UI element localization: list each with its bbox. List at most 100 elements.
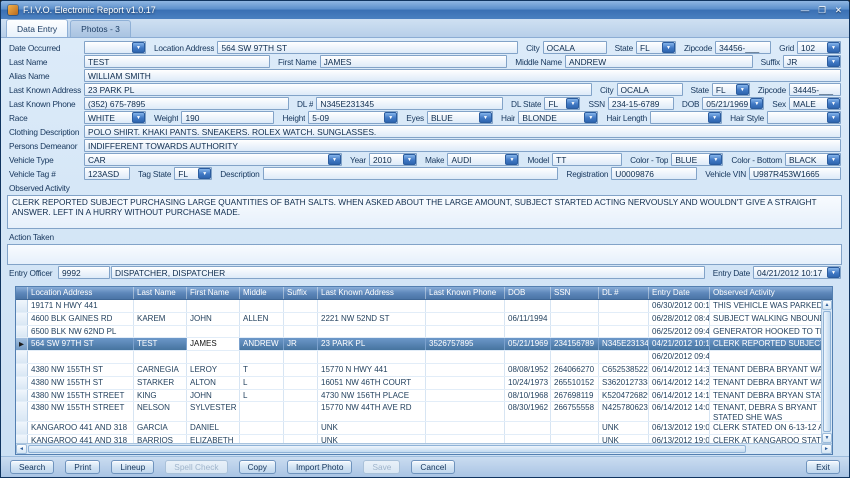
dropdown-arrow-icon[interactable]: ▼ [827,98,840,109]
table-row-4[interactable]: ▶564 SW 97TH STTESTJAMESANDREWJR23 PARK … [16,338,821,351]
cell-suffix[interactable] [284,326,318,338]
cell-suffix[interactable] [284,402,318,421]
table-row-6[interactable]: 4380 NW 155TH STCARNEGIALEROYT15770 N HW… [16,364,821,377]
last-known-address-input[interactable] [84,83,592,96]
dropdown-arrow-icon[interactable]: ▼ [827,112,840,123]
cell-ssn[interactable]: 266755558 [551,402,599,421]
cell-last-name[interactable]: STARKER [134,377,187,389]
cell-last-known-address[interactable]: 2221 NW 52ND ST [318,313,426,325]
column-header-middle[interactable]: Middle [240,287,284,299]
zipcode-input[interactable] [715,41,771,54]
cell-last-name[interactable]: TEST [134,338,187,350]
cell-last-name[interactable] [134,300,187,312]
cell-dob[interactable]: 08/08/1952 [505,364,551,376]
vertical-scrollbar[interactable]: ▲ ▼ [821,300,832,443]
table-row-8[interactable]: 4380 NW 155TH STREETKINGJOHNL4730 NW 156… [16,390,821,403]
title-bar[interactable]: F.I.V.O. Electronic Report v1.0.17 — ❐ ✕ [1,1,849,19]
cell-first-name[interactable]: JOHN [187,313,240,325]
cell-ssn[interactable]: 234156789 [551,338,599,350]
column-header-location-address[interactable]: Location Address [28,287,134,299]
cell-dl[interactable] [599,313,649,325]
close-button[interactable]: ✕ [835,6,842,15]
observed-activity-textarea[interactable] [7,195,842,229]
dropdown-arrow-icon[interactable]: ▼ [132,42,145,53]
height-combo[interactable]: 5-09▼ [308,111,398,124]
cell-location-address[interactable]: 6500 BLK NW 62ND PL [28,326,134,338]
dropdown-arrow-icon[interactable]: ▼ [827,154,840,165]
cell-middle[interactable] [240,300,284,312]
horizontal-scroll-thumb[interactable] [28,445,746,453]
last-known-city-input[interactable] [617,83,683,96]
dropdown-arrow-icon[interactable]: ▼ [584,112,597,123]
scroll-left-icon[interactable]: ◄ [16,444,27,454]
cell-location-address[interactable]: KANGAROO 441 AND 318 [28,435,134,443]
dropdown-arrow-icon[interactable]: ▼ [709,154,722,165]
cell-last-known-phone[interactable] [426,313,505,325]
cell-location-address[interactable]: 564 SW 97TH ST [28,338,134,350]
cell-dob[interactable] [505,351,551,363]
cell-suffix[interactable] [284,390,318,402]
vehicle-tag-input[interactable] [84,167,130,180]
state-combo[interactable]: FL▼ [636,41,676,54]
dropdown-arrow-icon[interactable]: ▼ [827,42,840,53]
row-selector[interactable] [16,390,28,402]
cell-last-known-phone[interactable] [426,402,505,421]
cell-entry-date[interactable]: 06/25/2012 09:48 [649,326,710,338]
dropdown-arrow-icon[interactable]: ▼ [827,267,840,278]
cell-last-name[interactable]: KING [134,390,187,402]
dropdown-arrow-icon[interactable]: ▼ [708,112,721,123]
column-header-last-known-address[interactable]: Last Known Address [318,287,426,299]
table-row-9[interactable]: 4380 NW 155TH STREETNELSONSYLVESTER15770… [16,402,821,422]
search-button[interactable]: Search [10,460,54,474]
scroll-right-icon[interactable]: ► [821,444,832,454]
print-button[interactable]: Print [65,460,100,474]
table-row-10[interactable]: KANGAROO 441 AND 318GARCIADANIELUNKUNK06… [16,422,821,435]
entry-date-date-picker[interactable]: 04/21/2012 10:17▼ [753,266,841,279]
cell-observed-activity[interactable]: TENANT DEBRA BRYAN STATED SHE IS UNAB [710,390,821,402]
dropdown-arrow-icon[interactable]: ▼ [566,98,579,109]
cell-first-name[interactable]: ALTON [187,377,240,389]
cell-last-known-phone[interactable] [426,390,505,402]
ssn-input[interactable] [608,97,674,110]
cell-dob[interactable] [505,326,551,338]
cell-ssn[interactable]: 264066270 [551,364,599,376]
row-selector[interactable] [16,402,28,421]
color-top-combo[interactable]: BLUE▼ [671,153,723,166]
horizontal-scrollbar[interactable]: ◄ ► [16,443,832,454]
cell-entry-date[interactable]: 06/14/2012 14:01 [649,402,710,421]
cell-last-name[interactable]: NELSON [134,402,187,421]
dropdown-arrow-icon[interactable]: ▼ [403,154,416,165]
cell-entry-date[interactable]: 06/13/2012 19:04 [649,435,710,443]
cell-dl[interactable] [599,300,649,312]
cell-entry-date[interactable]: 04/21/2012 10:17 [649,338,710,350]
cell-last-known-phone[interactable] [426,300,505,312]
cell-first-name[interactable] [187,300,240,312]
row-selector[interactable] [16,326,28,338]
cell-observed-activity[interactable]: CLERK REPORTED SUBJECT PURCHASING LAR [710,338,821,350]
row-selector[interactable] [16,300,28,312]
scroll-up-icon[interactable]: ▲ [822,300,832,310]
alias-name-input[interactable] [84,69,841,82]
cell-dob[interactable]: 10/24/1973 [505,377,551,389]
dob-date-picker[interactable]: 05/21/1969▼ [702,97,764,110]
description-input[interactable] [263,167,559,180]
cell-dob[interactable]: 08/10/1968 [505,390,551,402]
eyes-combo[interactable]: BLUE▼ [427,111,493,124]
cell-last-known-address[interactable]: 15770 NW 44TH AVE RD [318,402,426,421]
last-known-state-combo[interactable]: FL▼ [712,83,750,96]
last-known-phone-input[interactable] [84,97,289,110]
clothing-description-input[interactable] [84,125,841,138]
copy-button[interactable]: Copy [239,460,276,474]
cell-entry-date[interactable]: 06/14/2012 14:32 [649,364,710,376]
cell-last-known-phone[interactable] [426,435,505,443]
tag-state-combo[interactable]: FL▼ [174,167,212,180]
cell-dl[interactable]: UNK [599,422,649,434]
cell-entry-date[interactable]: 06/14/2012 14:22 [649,377,710,389]
cell-first-name[interactable]: DANIEL [187,422,240,434]
cell-dl[interactable]: C6525385228... [599,364,649,376]
cell-entry-date[interactable]: 06/30/2012 00:12 [649,300,710,312]
table-row-5[interactable]: 06/20/2012 09:43 [16,351,821,364]
cell-entry-date[interactable]: 06/14/2012 14:10 [649,390,710,402]
cell-suffix[interactable]: JR [284,338,318,350]
entry-officer-id-input[interactable] [58,266,110,279]
